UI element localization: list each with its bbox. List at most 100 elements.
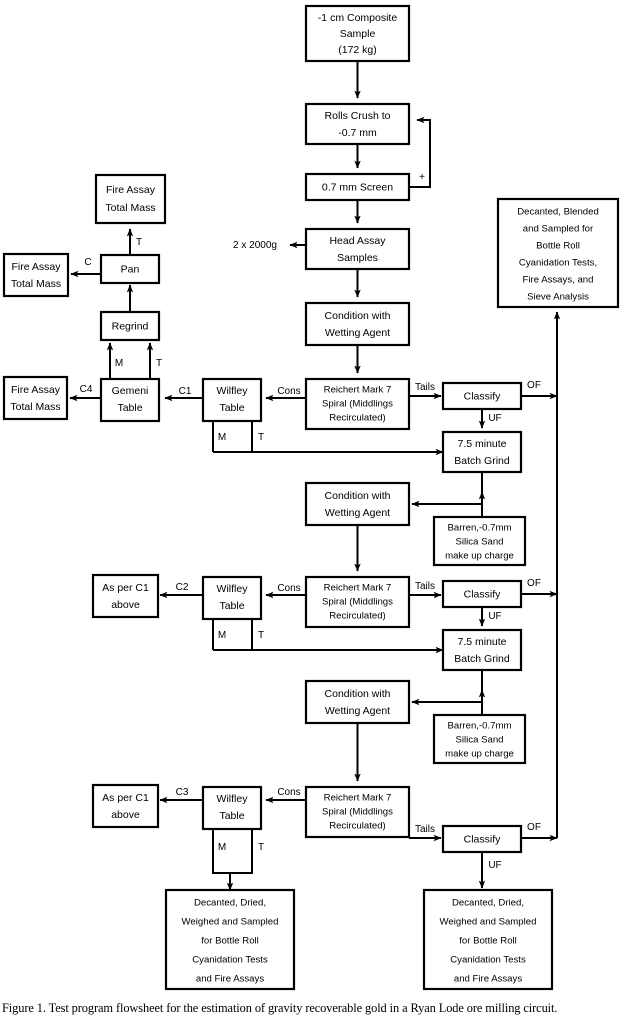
node-spiral-2: Reichert Mark 7 Spiral (Middlings Recirc… (304, 575, 411, 629)
edge-label-t-wilfley1: T (258, 432, 264, 443)
node-silica-1: Barren,-0.7mm Silica Sand make up charge (432, 515, 527, 567)
edge-label-c-pan: C (84, 257, 91, 268)
node-wilfley-3: Wilfley Table (201, 785, 263, 831)
edge-label-cons-1: Cons (277, 386, 300, 397)
node-spiral-2-line-3: Recirculated) (329, 611, 386, 622)
node-fire-assay-c4: Fire Assay Total Mass (2, 375, 69, 421)
node-condition-3: Condition with Wetting Agent (304, 679, 411, 725)
edge-wilfley3-m (212, 829, 234, 891)
node-batch-grind-1: 7.5 minute Batch Grind (441, 430, 523, 474)
node-silica-1-line-2: Silica Sand (456, 537, 504, 548)
node-silica-2-line-1: Barren,-0.7mm (448, 721, 512, 732)
node-wilfley-1-line-2: Table (219, 402, 244, 414)
edge-label-uf-3: UF (488, 860, 501, 871)
node-gemeni-table: Gemeni Table (99, 377, 161, 423)
edge-label-m-wilfley2: M (218, 630, 226, 641)
node-decanted-dried-right: Decanted, Dried, Weighed and Sampled for… (422, 888, 554, 991)
edge-label-of-2: OF (527, 578, 541, 589)
node-head-assay: Head Assay Samples (304, 227, 411, 271)
node-composite-sample-line-2: Sample (340, 28, 376, 40)
node-regrind: Regrind (99, 310, 161, 342)
node-batch-grind-1-line-1: 7.5 minute (457, 438, 506, 450)
node-spiral-1-line-2: Spiral (Middlings (322, 399, 393, 410)
edge-label-of-1: OF (527, 380, 541, 391)
node-condition-1-line-1: Condition with (325, 310, 391, 322)
node-screen-label: 0.7 mm Screen (322, 181, 393, 193)
node-classify-1: Classify (441, 381, 523, 411)
node-screen: 0.7 mm Screen (304, 172, 411, 202)
node-decanted-dried-right-line-1: Decanted, Dried, (452, 898, 524, 909)
edge-batchgrind2-to-condition3 (412, 670, 483, 702)
node-as-per-c1-2-line-1: As per C1 (102, 582, 149, 594)
node-as-per-c1-2-line-2: above (111, 599, 140, 611)
node-pan-label: Pan (121, 263, 140, 275)
figure-caption: Figure 1. Test program flowsheet for the… (2, 1001, 558, 1015)
node-gemeni-line-2: Table (117, 402, 142, 414)
node-classify-2-label: Classify (464, 588, 502, 600)
node-classify-3: Classify (441, 824, 523, 854)
node-decanted-dried-right-line-5: and Fire Assays (454, 974, 522, 985)
node-spiral-1-line-3: Recirculated) (329, 413, 386, 424)
edge-label-c4: C4 (80, 384, 93, 395)
edge-label-c1: C1 (179, 386, 192, 397)
edge-wilfley3-t (230, 829, 253, 874)
node-silica-2: Barren,-0.7mm Silica Sand make up charge (432, 713, 527, 765)
node-batch-grind-1-line-2: Batch Grind (454, 455, 510, 467)
node-spiral-2-line-1: Reichert Mark 7 (324, 583, 392, 594)
edge-label-oversize-plus: + (419, 172, 425, 183)
node-decanted-dried-left-line-5: and Fire Assays (196, 974, 264, 985)
node-fire-assay-left-line-1: Fire Assay (11, 261, 61, 273)
node-rolls-crush-line-1: Rolls Crush to (325, 110, 391, 122)
node-composite-sample-line-1: -1 cm Composite (318, 12, 398, 24)
edge-label-2x2000g: 2 x 2000g (233, 240, 277, 251)
node-as-per-c1-3: As per C1 above (91, 783, 160, 829)
node-batch-grind-2-line-2: Batch Grind (454, 653, 510, 665)
node-classify-3-label: Classify (464, 833, 502, 845)
edge-label-uf-2: UF (488, 611, 501, 622)
node-silica-2-line-2: Silica Sand (456, 735, 504, 746)
node-as-per-c1-2: As per C1 above (91, 573, 160, 619)
node-rolls-crush-line-2: -0.7 mm (338, 127, 377, 139)
node-decanted-dried-left-line-2: Weighed and Sampled (182, 917, 279, 928)
node-wilfley-2-line-2: Table (219, 600, 244, 612)
flowsheet-diagram: -1 cm Composite Sample (172 kg) Rolls Cr… (2, 4, 620, 991)
node-spiral-1: Reichert Mark 7 Spiral (Middlings Recirc… (304, 377, 411, 431)
node-composite-sample: -1 cm Composite Sample (172 kg) (304, 4, 411, 63)
node-as-per-c1-3-line-1: As per C1 (102, 792, 149, 804)
node-as-per-c1-3-line-2: above (111, 809, 140, 821)
node-condition-1: Condition with Wetting Agent (304, 301, 411, 347)
edge-label-of-3: OF (527, 822, 541, 833)
node-condition-3-line-2: Wetting Agent (325, 705, 390, 717)
edge-label-t-pan: T (136, 237, 142, 248)
edge-label-t-gemeni: T (156, 358, 162, 369)
node-decanted-blended-line-1: Decanted, Blended (517, 207, 599, 218)
node-fire-assay-top-line-1: Fire Assay (106, 184, 156, 196)
edge-label-cons-2: Cons (277, 583, 300, 594)
node-silica-1-line-1: Barren,-0.7mm (448, 523, 512, 534)
node-fire-assay-left-line-2: Total Mass (11, 278, 61, 290)
edge-batchgrind1-to-condition2 (412, 472, 483, 504)
node-wilfley-1: Wilfley Table (201, 377, 263, 423)
edge-label-c2: C2 (176, 582, 189, 593)
node-decanted-blended: Decanted, Blended and Sampled for Bottle… (496, 197, 620, 309)
node-fire-assay-top: Fire Assay Total Mass (94, 173, 167, 225)
node-decanted-blended-line-5: Fire Assays, and (523, 275, 594, 286)
node-spiral-2-line-2: Spiral (Middlings (322, 597, 393, 608)
node-wilfley-3-line-1: Wilfley (217, 793, 249, 805)
node-spiral-3-line-3: Recirculated) (329, 821, 386, 832)
edge-label-tails-2: Tails (415, 581, 435, 592)
node-rolls-crush: Rolls Crush to -0.7 mm (304, 102, 411, 146)
edge-label-uf-1: UF (488, 413, 501, 424)
node-decanted-blended-line-3: Bottle Roll (536, 241, 580, 252)
node-classify-2: Classify (441, 579, 523, 609)
edge-label-c3: C3 (176, 787, 189, 798)
node-spiral-3-line-2: Spiral (Middlings (322, 807, 393, 818)
node-decanted-blended-line-2: and Sampled for (523, 224, 594, 235)
node-decanted-blended-line-6: Sieve Analysis (527, 292, 589, 303)
node-fire-assay-c4-line-2: Total Mass (10, 401, 60, 413)
edge-label-tails-3: Tails (415, 824, 435, 835)
node-decanted-dried-right-line-4: Cyanidation Tests (450, 955, 526, 966)
edge-label-m-wilfley3: M (218, 842, 226, 853)
node-head-assay-line-1: Head Assay (329, 235, 386, 247)
node-wilfley-1-line-1: Wilfley (217, 385, 249, 397)
